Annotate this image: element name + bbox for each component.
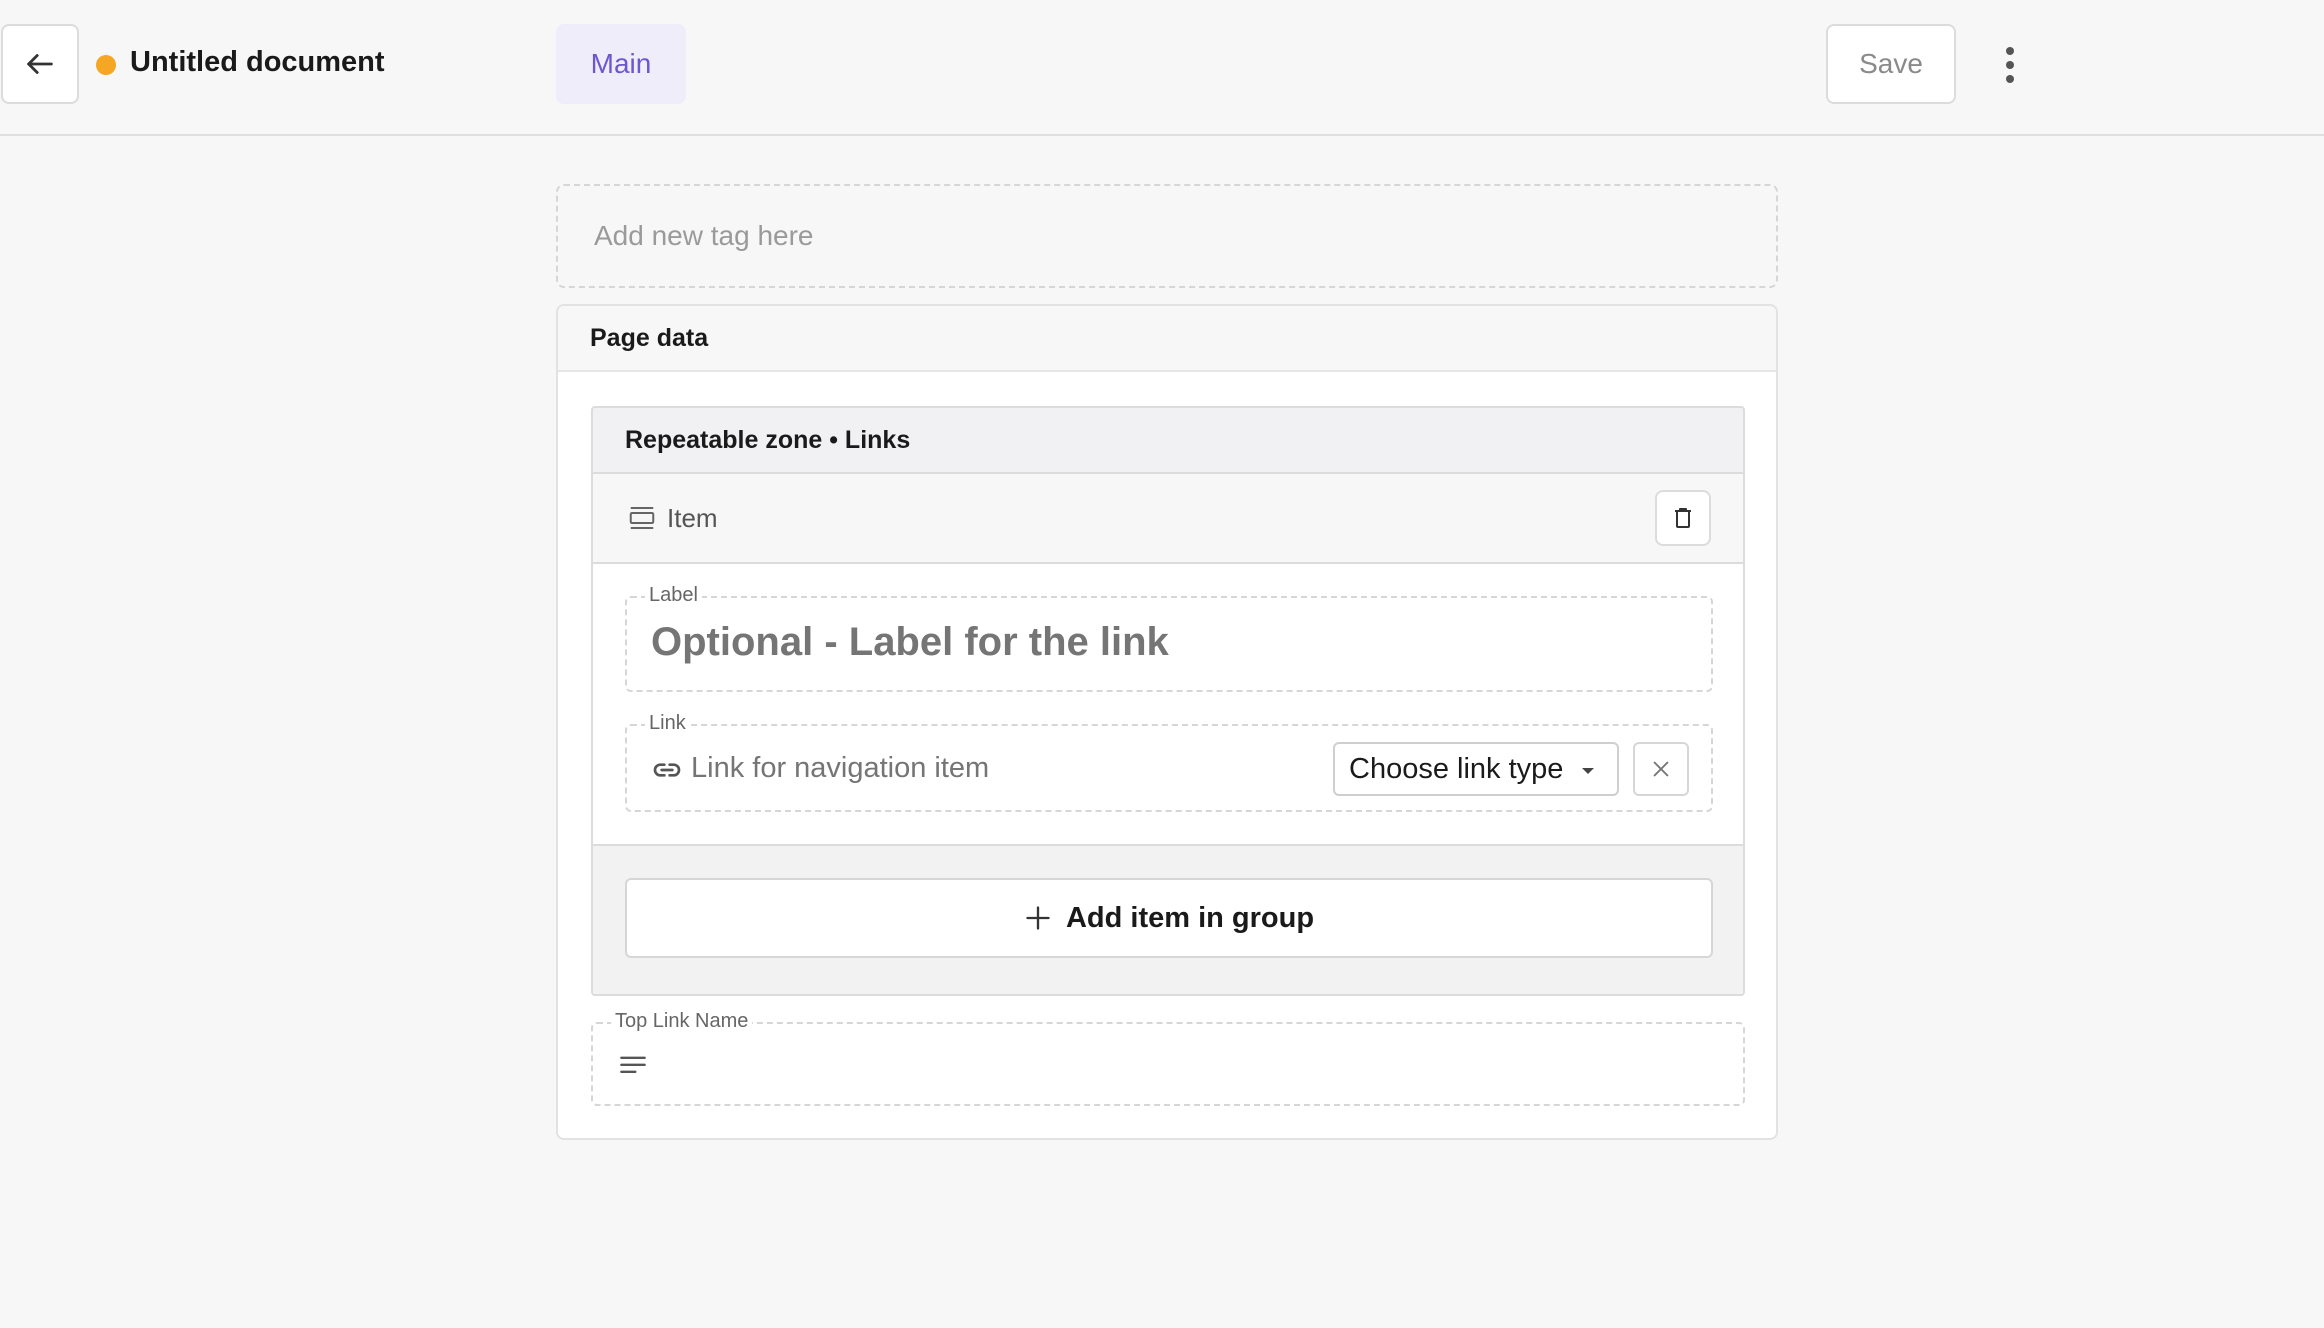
item-fields: Label Link Choose link type — [593, 564, 1743, 846]
page-data-card: Page data Repeatable zone • Links Item L… — [556, 304, 1778, 1140]
kebab-menu-icon — [2006, 47, 2014, 55]
caret-down-icon — [1582, 768, 1594, 774]
top-link-name-field[interactable]: Top Link Name — [591, 1010, 1745, 1106]
plus-icon — [1026, 906, 1050, 930]
link-input[interactable] — [691, 752, 1291, 785]
add-item-label: Add item in group — [1065, 901, 1315, 934]
add-item-button[interactable]: Add item in group — [625, 878, 1713, 958]
link-icon — [653, 763, 681, 777]
add-tag-input[interactable]: Add new tag here — [556, 184, 1778, 288]
label-input[interactable] — [651, 620, 1651, 665]
top-link-name-legend: Top Link Name — [611, 1010, 753, 1033]
item-label: Item — [667, 502, 718, 533]
clear-link-button[interactable] — [1633, 742, 1689, 796]
repeatable-zone: Repeatable zone • Links Item Label Optio… — [591, 406, 1745, 996]
link-field-legend: Link — [645, 712, 690, 735]
tab-main[interactable]: Main — [556, 24, 686, 104]
delete-item-button[interactable] — [1655, 490, 1711, 546]
link-type-select-value: Choose link type — [1349, 752, 1564, 785]
item-bar: Item — [593, 474, 1743, 564]
arrow-left-icon — [27, 54, 53, 74]
link-type-select[interactable]: Choose link type — [1333, 742, 1619, 796]
top-bar: Untitled document Main Save — [0, 0, 2324, 136]
zone-title: Repeatable zone • Links — [593, 408, 1743, 474]
status-dot — [96, 55, 116, 75]
back-button[interactable] — [1, 24, 79, 104]
close-icon — [1653, 761, 1669, 777]
add-item-area: Add item in group — [593, 846, 1743, 994]
label-field: Label — [625, 584, 1713, 692]
document-title: Untitled document — [130, 46, 385, 78]
page-data-title: Page data — [558, 306, 1776, 372]
more-options-button[interactable] — [1990, 40, 2030, 90]
label-field-legend: Label — [645, 584, 702, 607]
item-stack-icon — [629, 507, 655, 529]
save-button[interactable]: Save — [1826, 24, 1956, 104]
text-lines-icon — [620, 1056, 646, 1073]
trash-icon — [1675, 508, 1691, 528]
link-field: Link Choose link type — [625, 712, 1713, 812]
